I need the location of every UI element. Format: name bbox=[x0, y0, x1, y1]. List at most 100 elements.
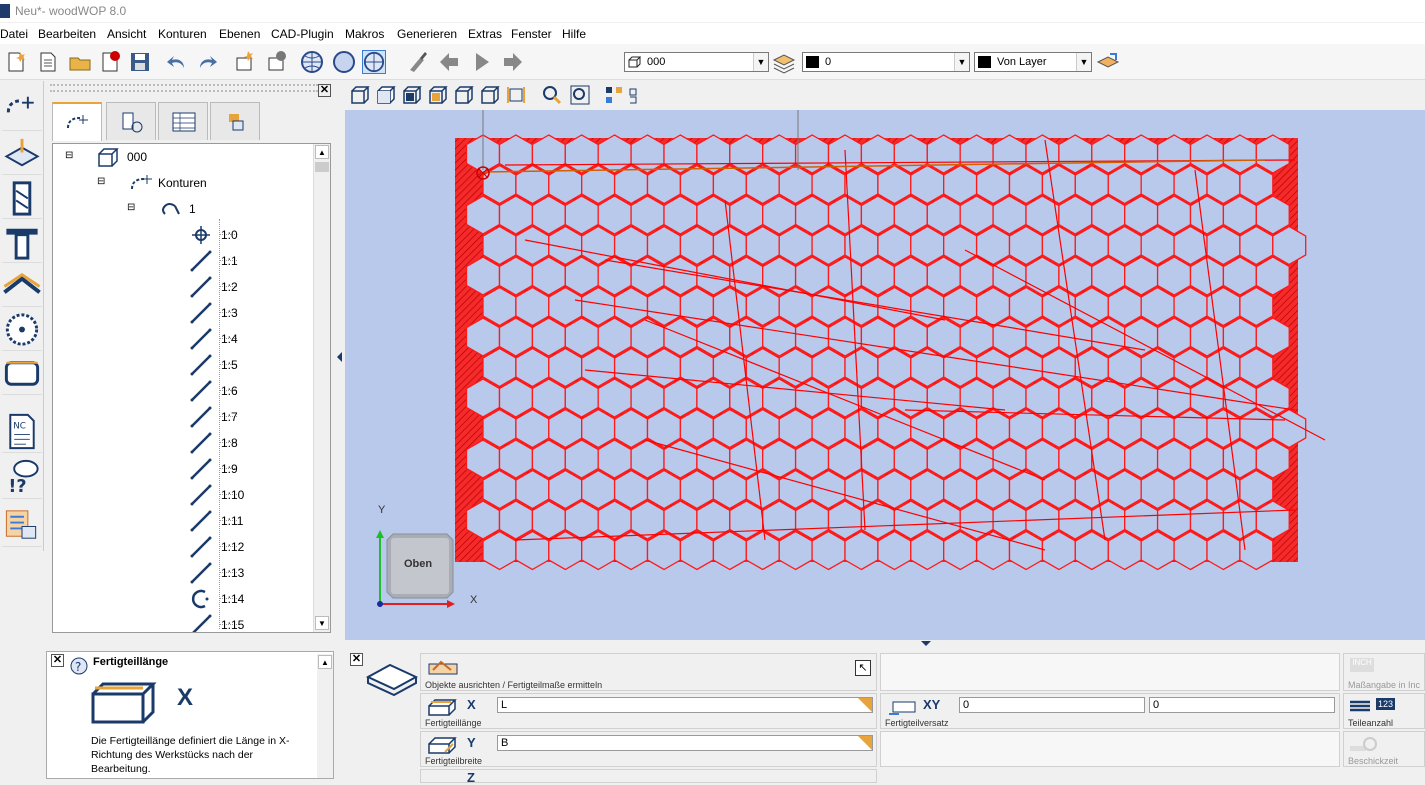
save-icon[interactable] bbox=[128, 50, 152, 74]
component-select[interactable]: 000 ▼ bbox=[624, 52, 769, 72]
view-left-icon[interactable] bbox=[454, 85, 474, 105]
help-scrollbar[interactable]: ▲ bbox=[317, 654, 333, 778]
tree-item-label[interactable]: 1:8 bbox=[221, 436, 238, 450]
tab-variables[interactable] bbox=[158, 102, 208, 140]
tree-root-label[interactable]: 000 bbox=[127, 150, 147, 164]
menu-ansicht[interactable]: Ansicht bbox=[107, 27, 146, 41]
chevron-down-icon[interactable]: ▼ bbox=[954, 53, 969, 71]
scroll-thumb[interactable] bbox=[315, 162, 329, 172]
collapse-toggle[interactable]: ⊟ bbox=[65, 150, 73, 161]
expand-arrow-icon[interactable]: ↖ bbox=[855, 660, 871, 676]
close-properties-icon[interactable]: ✕ bbox=[350, 653, 363, 666]
saw-blade-icon[interactable] bbox=[2, 309, 42, 351]
menu-makros[interactable]: Makros bbox=[345, 27, 384, 41]
arrow-left-icon[interactable] bbox=[438, 50, 462, 74]
tree-item-label[interactable]: 1:0 bbox=[221, 228, 238, 242]
rectangle-tool-icon[interactable] bbox=[2, 353, 42, 395]
view-cube[interactable]: Oben bbox=[385, 532, 455, 600]
view-iso-icon[interactable] bbox=[350, 85, 370, 105]
tree-item-label[interactable]: 1:9 bbox=[221, 462, 238, 476]
menu-datei[interactable]: Datei bbox=[0, 27, 28, 41]
zoom-icon[interactable] bbox=[542, 85, 562, 105]
view-front-icon[interactable] bbox=[376, 85, 396, 105]
tab-contours[interactable] bbox=[52, 102, 102, 141]
inch-toggle-cell[interactable]: INCH Maßangabe in Inc bbox=[1343, 653, 1425, 691]
new-from-template-icon[interactable] bbox=[36, 50, 60, 74]
tree-item-label[interactable]: 1:3 bbox=[221, 306, 238, 320]
new-file-icon[interactable] bbox=[4, 50, 28, 74]
view-right-icon[interactable] bbox=[480, 85, 500, 105]
saw-tool-icon[interactable] bbox=[2, 221, 42, 263]
width-input[interactable]: B bbox=[497, 735, 873, 751]
tree-item-label[interactable]: 1:13 bbox=[221, 566, 244, 580]
tree-scrollbar[interactable]: ▲ ▼ bbox=[313, 144, 330, 632]
menu-generieren[interactable]: Generieren bbox=[397, 27, 457, 41]
tab-components[interactable] bbox=[210, 102, 260, 140]
layers-icon[interactable] bbox=[772, 50, 796, 74]
tree-item-label[interactable]: 1:2 bbox=[221, 280, 238, 294]
menu-konturen[interactable]: Konturen bbox=[158, 27, 207, 41]
scroll-up-icon[interactable]: ▲ bbox=[318, 655, 332, 669]
tree-konturen-label[interactable]: Konturen bbox=[158, 176, 207, 190]
open-folder-icon[interactable] bbox=[68, 50, 92, 74]
chevron-down-icon[interactable]: ▼ bbox=[753, 53, 768, 71]
tree-item-label[interactable]: 1:1 bbox=[221, 254, 238, 268]
tree-item-label[interactable]: 1:10 bbox=[221, 488, 244, 502]
tree-item-label[interactable]: 1:14 bbox=[221, 592, 244, 606]
help-chat-icon[interactable]: !? bbox=[2, 457, 42, 499]
tree-item-label[interactable]: 1:6 bbox=[221, 384, 238, 398]
collapse-toggle[interactable]: ⊟ bbox=[97, 176, 105, 187]
color-select[interactable]: 0 ▼ bbox=[802, 52, 970, 72]
finished-width-cell[interactable]: Y B Fertigteilbreite bbox=[420, 731, 877, 767]
parts-count-cell[interactable]: 123 Teileanzahl bbox=[1343, 693, 1425, 729]
menu-bearbeiten[interactable]: Bearbeiten bbox=[38, 27, 96, 41]
redo-icon[interactable] bbox=[196, 50, 220, 74]
layer-select[interactable]: Von Layer ▼ bbox=[974, 52, 1092, 72]
collapse-down-icon[interactable] bbox=[921, 641, 931, 646]
drill-tool-icon[interactable] bbox=[2, 177, 42, 219]
arrow-right-icon[interactable] bbox=[500, 50, 524, 74]
menu-cad-plugin[interactable]: CAD-Plugin bbox=[271, 27, 334, 41]
macro-list-icon[interactable] bbox=[2, 505, 42, 547]
menu-extras[interactable]: Extras bbox=[468, 27, 502, 41]
nc-file-icon[interactable]: NC bbox=[2, 411, 42, 453]
brush-icon[interactable] bbox=[406, 50, 430, 74]
finished-height-cell[interactable]: Z bbox=[420, 769, 877, 785]
sphere-icon[interactable] bbox=[332, 50, 356, 74]
tree-item-label[interactable]: 1:7 bbox=[221, 410, 238, 424]
layer-tool-icon[interactable] bbox=[2, 133, 42, 175]
menu-ebenen[interactable]: Ebenen bbox=[219, 27, 260, 41]
view-dimension-icon[interactable] bbox=[506, 85, 526, 105]
close-file-icon[interactable] bbox=[98, 50, 122, 74]
tab-tools[interactable] bbox=[106, 102, 156, 140]
snap-icon[interactable] bbox=[604, 85, 624, 105]
tree-item-label[interactable]: 1:5 bbox=[221, 358, 238, 372]
tree-item-label[interactable]: 1:12 bbox=[221, 540, 244, 554]
panel-grip[interactable] bbox=[50, 84, 318, 92]
contour-tool-icon[interactable] bbox=[2, 89, 42, 131]
globe-icon[interactable] bbox=[300, 50, 324, 74]
drawing-canvas[interactable] bbox=[345, 110, 1425, 640]
zoom-fit-icon[interactable] bbox=[570, 85, 590, 105]
globe-active-icon[interactable] bbox=[362, 50, 386, 74]
view-top-icon[interactable] bbox=[428, 85, 448, 105]
graphics-viewport[interactable]: Y X Oben bbox=[345, 110, 1425, 646]
chevron-down-icon[interactable]: ▼ bbox=[1076, 53, 1091, 71]
close-help-icon[interactable]: ✕ bbox=[51, 654, 64, 667]
tree-item-label[interactable]: 1:11 bbox=[221, 514, 243, 528]
tree-contour-label[interactable]: 1 bbox=[189, 202, 196, 216]
menu-fenster[interactable]: Fenster bbox=[511, 27, 552, 41]
loading-time-cell[interactable]: Beschickzeit bbox=[1343, 731, 1425, 767]
offset-x-input[interactable]: 0 bbox=[959, 697, 1145, 713]
grid-icon[interactable] bbox=[628, 85, 644, 105]
scroll-up-icon[interactable]: ▲ bbox=[315, 145, 329, 159]
close-panel-icon[interactable]: ✕ bbox=[318, 84, 331, 97]
undo-icon[interactable] bbox=[164, 50, 188, 74]
tree-item-label[interactable]: 1:15 bbox=[221, 618, 244, 632]
length-input[interactable]: L bbox=[497, 697, 873, 713]
play-icon[interactable] bbox=[470, 50, 494, 74]
tree-item-label[interactable]: 1:4 bbox=[221, 332, 238, 346]
view-back-icon[interactable] bbox=[402, 85, 422, 105]
delete-component-icon[interactable] bbox=[264, 50, 288, 74]
new-component-icon[interactable] bbox=[232, 50, 256, 74]
